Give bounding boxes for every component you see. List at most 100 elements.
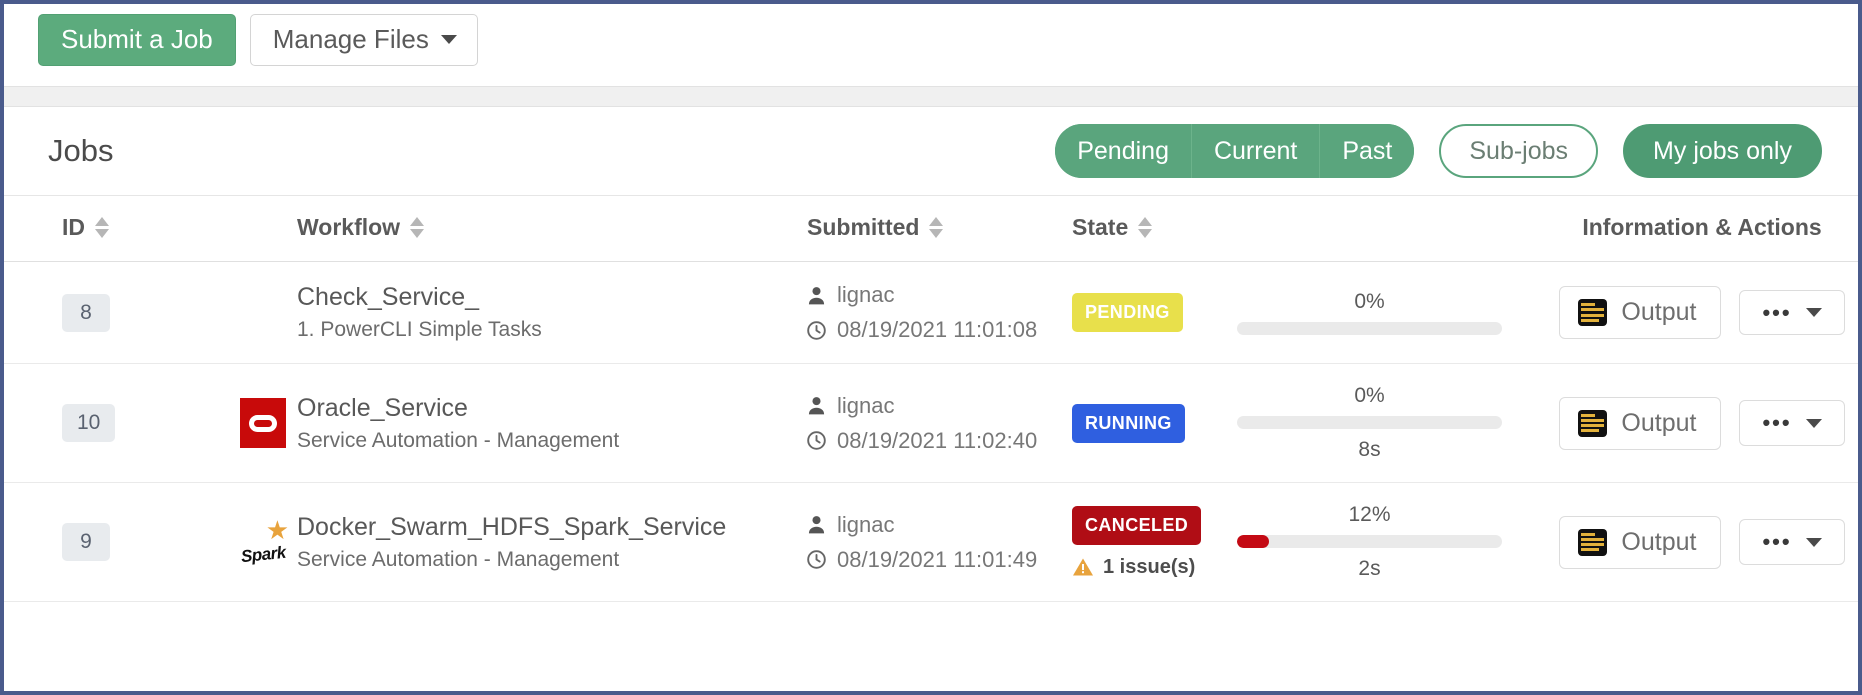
output-button[interactable]: Output [1559,396,1722,450]
sort-ascending-icon [410,217,425,226]
job-id-badge: 10 [62,404,116,442]
job-status-segmented-control: Pending Current Past [1055,124,1415,178]
output-button-label: Output [1621,298,1697,326]
more-actions-button[interactable]: ••• [1739,519,1845,565]
workflow-subtitle: 1. PowerCLI Simple Tasks [297,318,542,341]
output-button-label: Output [1621,527,1697,556]
more-actions-button[interactable]: ••• [1739,289,1845,336]
submitted-at: 08/19/2021 11:01:49 [807,547,1072,573]
progress-percent-label: 0% [1354,384,1385,407]
submitted-by: lignac [807,282,1072,308]
filter-past-button[interactable]: Past [1320,124,1415,178]
oracle-logo-icon [237,397,289,449]
submitted-by: lignac [807,512,1072,538]
cell-state: CANCELED 1 issue(s) [1072,482,1237,602]
output-log-icon [1578,299,1608,326]
cell-progress: 0% [1237,261,1502,364]
clock-icon [807,550,826,569]
more-actions-button[interactable]: ••• [1739,400,1845,446]
cell-state: PENDING [1072,261,1237,364]
sort-icon[interactable] [95,217,109,238]
workflow-name-link[interactable]: Docker_Swarm_HDFS_Spark_Service [297,513,807,542]
cell-submitted: lignac 08/19/2021 11:02:40 [807,363,1072,483]
column-header-workflow[interactable]: Workflow [297,196,807,262]
column-header-id[interactable]: ID [4,196,237,262]
toolbar-divider [4,86,1858,107]
progress-bar [1237,416,1502,429]
progress-bar [1237,535,1502,548]
ellipsis-icon: ••• [1762,410,1792,436]
output-log-icon [1578,409,1608,437]
column-header-state[interactable]: State [1072,196,1237,262]
submitted-timestamp-label: 08/19/2021 11:01:08 [837,317,1038,342]
cell-workflow-logo: ★ Spark [237,482,297,602]
table-row[interactable]: 9 ★ Spark Docker_Swarm_HDFS_Spark_Service Se… [4,482,1858,602]
cell-information-actions: Output ••• [1502,363,1858,483]
column-header-submitted-label: Submitted [807,214,920,240]
output-button-label: Output [1621,408,1697,437]
submitted-user-label: lignac [837,282,895,307]
progress-percent-label: 12% [1348,503,1391,526]
filter-current-button[interactable]: Current [1191,124,1321,178]
status-badge: RUNNING [1072,403,1185,443]
output-log-icon [1578,528,1608,556]
column-header-information-actions: Information & Actions [1502,196,1858,262]
status-badge: CANCELED [1072,505,1202,545]
ellipsis-icon: ••• [1762,529,1792,555]
progress-bar [1237,322,1502,335]
table-row[interactable]: 8 Check_Service_ 1. PowerCLI Simple Tasks l… [4,261,1858,364]
submit-a-job-button[interactable]: Submit a Job [38,14,236,66]
column-header-information-actions-label: Information & Actions [1582,214,1822,240]
cell-workflow-logo [237,261,297,364]
progress-percent-label: 0% [1354,290,1385,313]
ellipsis-icon: ••• [1762,299,1792,325]
output-button[interactable]: Output [1559,286,1722,339]
sort-ascending-icon [95,217,109,226]
submitted-user-label: lignac [837,511,895,537]
page-title: Jobs [48,133,114,168]
user-icon [807,515,826,534]
cell-job-id: 10 [4,363,237,483]
cell-workflow: Check_Service_ 1. PowerCLI Simple Tasks [297,261,807,364]
spark-logo-icon: ★ Spark [239,515,289,567]
cell-workflow-logo [237,363,297,483]
job-issues[interactable]: 1 issue(s) [1072,556,1237,579]
table-row[interactable]: 10 Oracle_Service Service Automation - Man… [4,363,1858,483]
submitted-at: 08/19/2021 11:02:40 [807,428,1072,454]
output-button[interactable]: Output [1559,515,1722,569]
column-header-submitted[interactable]: Submitted [807,196,1072,262]
submitted-timestamp-label: 08/19/2021 11:02:40 [837,427,1038,453]
chevron-down-icon [1805,308,1822,317]
cell-submitted: lignac 08/19/2021 11:01:08 [807,261,1072,364]
table-header-row: ID Workflow Submitted State Information … [4,196,1858,262]
cell-state: RUNNING [1072,363,1237,483]
cell-job-id: 9 [4,482,237,602]
my-jobs-only-toggle[interactable]: My jobs only [1623,124,1822,178]
cell-workflow: Docker_Swarm_HDFS_Spark_Service Service A… [297,482,807,602]
cell-progress: 12% 2s [1237,482,1502,602]
sort-icon[interactable] [929,217,944,238]
workflow-name-link[interactable]: Check_Service_ [297,283,807,312]
sort-icon[interactable] [1138,217,1153,238]
column-header-progress [1237,196,1502,262]
sort-icon[interactable] [410,217,425,238]
sort-ascending-icon [929,217,944,226]
manage-files-button[interactable]: Manage Files [249,14,478,66]
chevron-down-icon [1805,537,1822,547]
cell-information-actions: Output ••• [1502,261,1858,364]
sort-descending-icon [95,229,109,238]
column-header-logo [237,196,297,262]
sort-descending-icon [929,229,944,238]
clock-icon [807,320,826,340]
sub-jobs-toggle[interactable]: Sub-jobs [1439,124,1599,178]
sort-descending-icon [1138,229,1153,238]
cell-information-actions: Output ••• [1502,482,1858,602]
workflow-name-link[interactable]: Oracle_Service [297,394,807,423]
user-icon [807,286,826,305]
job-elapsed-time: 8s [1358,438,1381,461]
filter-pending-button[interactable]: Pending [1055,124,1192,178]
workflow-subtitle: Service Automation - Management [297,547,620,571]
job-id-badge: 8 [62,293,110,332]
progress-bar-fill [1237,535,1269,548]
jobs-header: Jobs Pending Current Past Sub-jobs My jo… [4,107,1858,196]
